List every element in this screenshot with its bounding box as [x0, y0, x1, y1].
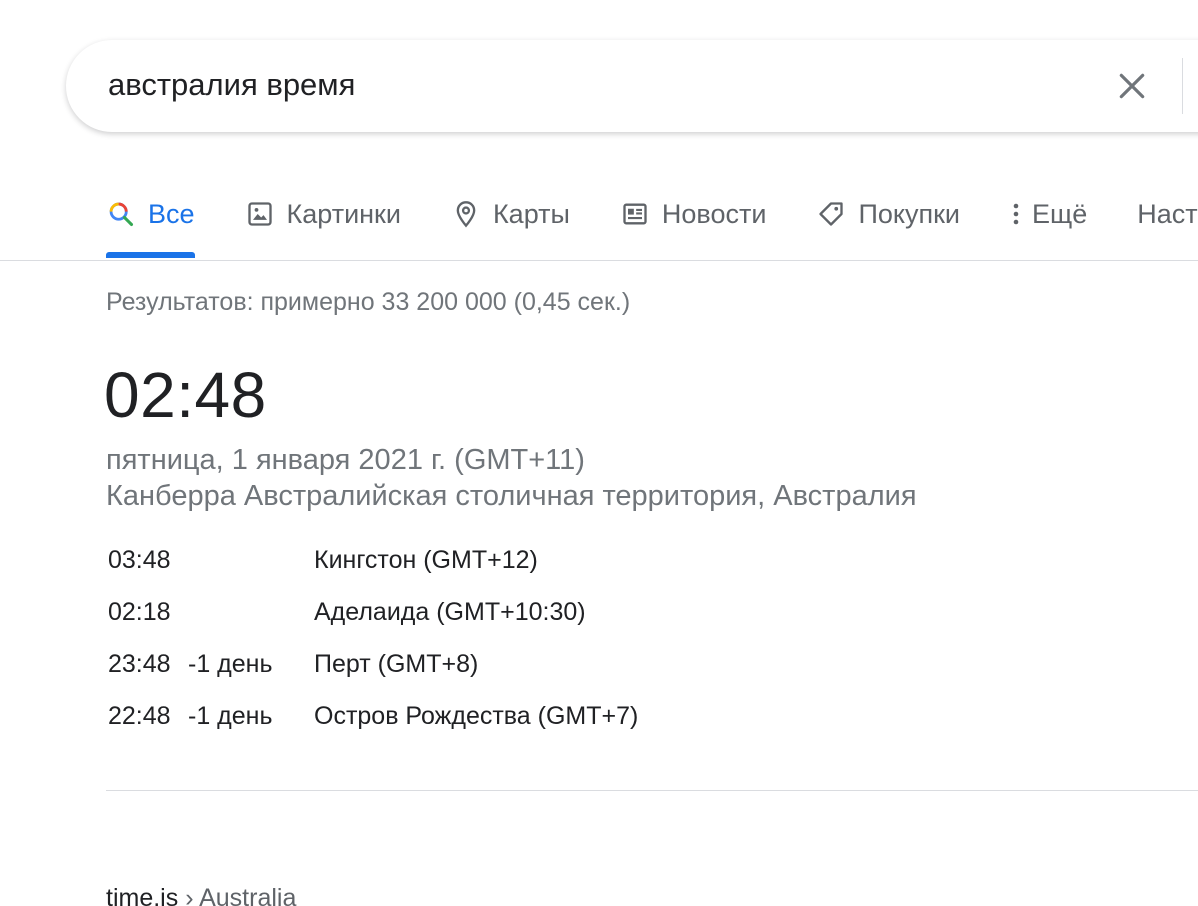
zone-time: 22:48: [108, 702, 171, 730]
tab-images[interactable]: Картинки: [245, 186, 401, 242]
tab-news[interactable]: Новости: [620, 186, 767, 242]
search-icon: [106, 199, 136, 229]
tab-shopping[interactable]: Покупки: [816, 186, 960, 242]
current-location: Канберра Австралийская столичная террито…: [106, 480, 917, 512]
close-icon: [1119, 73, 1145, 99]
breadcrumb-separator: ›: [185, 884, 194, 906]
tab-label: Все: [148, 198, 195, 229]
zone-time: 23:48: [108, 650, 171, 678]
zone-time: 03:48: [108, 546, 171, 574]
more-vert-icon: [1010, 199, 1022, 229]
search-input[interactable]: [108, 62, 1008, 108]
result-breadcrumb[interactable]: time.is › Australia: [106, 884, 296, 906]
clear-search-button[interactable]: [1108, 62, 1156, 110]
search-tabs: Все Картинки Карты Новости Покупки Ещё Н…: [106, 186, 1198, 260]
tag-icon: [816, 199, 846, 229]
breadcrumb-path: Australia: [199, 884, 297, 906]
tab-label: Ещё: [1032, 198, 1088, 229]
zone-name: Остров Рождества (GMT+7): [314, 702, 639, 730]
zone-name: Кингстон (GMT+12): [314, 546, 538, 574]
tab-maps[interactable]: Карты: [451, 186, 570, 242]
search-box: [66, 40, 1198, 132]
current-time: 02:48: [104, 359, 267, 431]
tab-label: Наст: [1137, 198, 1198, 229]
image-icon: [245, 199, 275, 229]
current-date: пятница, 1 января 2021 г. (GMT+11): [106, 444, 585, 476]
zone-day-offset: -1 день: [188, 650, 273, 678]
search-results-page: Все Картинки Карты: [0, 0, 1198, 906]
map-pin-icon: [451, 199, 481, 229]
tab-settings[interactable]: Наст: [1137, 186, 1197, 242]
result-stats: Результатов: примерно 33 200 000 (0,45 с…: [106, 288, 631, 316]
search-divider: [1182, 58, 1183, 114]
zone-day-offset: -1 день: [188, 702, 273, 730]
tab-label: Новости: [661, 198, 767, 229]
zone-name: Аделаида (GMT+10:30): [314, 598, 586, 626]
zone-time: 02:18: [108, 598, 171, 626]
result-site: time.is: [106, 884, 179, 906]
tab-all[interactable]: Все: [106, 186, 195, 258]
tab-label: Картинки: [286, 198, 401, 229]
tabs-divider: [0, 260, 1198, 261]
tab-label: Покупки: [858, 198, 960, 229]
section-divider: [106, 790, 1198, 791]
tab-label: Карты: [492, 198, 570, 229]
news-icon: [620, 199, 650, 229]
tab-more[interactable]: Ещё: [1010, 186, 1087, 242]
zone-name: Перт (GMT+8): [314, 650, 479, 678]
